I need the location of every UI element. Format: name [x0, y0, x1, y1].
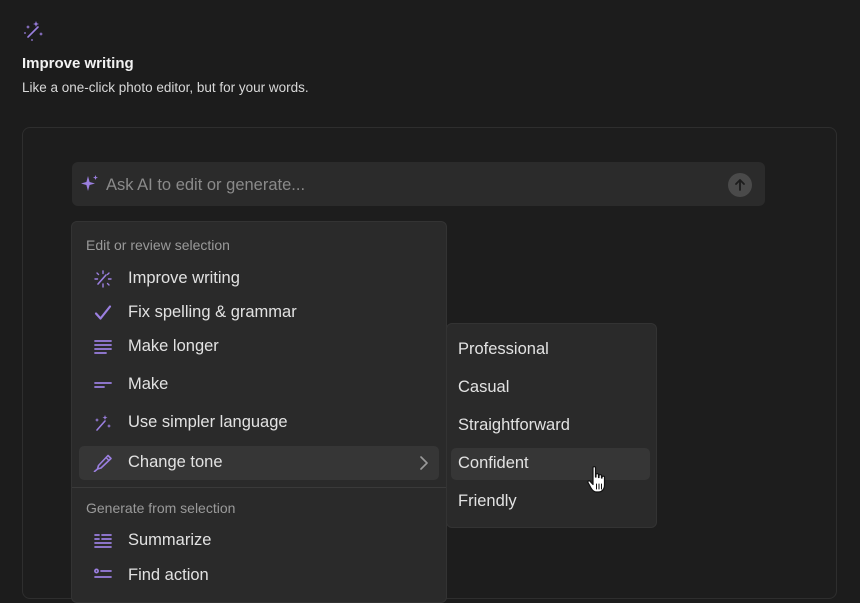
- magic-wand-icon: [94, 270, 112, 288]
- arrow-up-icon: [735, 179, 745, 191]
- hand-pointer-cursor-icon: [587, 466, 606, 493]
- tone-option-label: Professional: [458, 340, 549, 358]
- menu-item-fix-spelling[interactable]: Fix spelling & grammar: [79, 296, 439, 330]
- menu-item-label: Make longer: [128, 337, 219, 355]
- section-label-edit: Edit or review selection: [86, 237, 230, 253]
- ai-prompt-input[interactable]: [104, 162, 718, 208]
- tone-option-label: Friendly: [458, 492, 517, 510]
- menu-divider: [72, 487, 446, 488]
- menu-item-label: Use simpler language: [128, 413, 288, 431]
- magic-wand-sparkle-icon: [24, 21, 43, 41]
- section-label-generate: Generate from selection: [86, 500, 236, 516]
- tone-option-straightforward[interactable]: Straightforward: [451, 410, 650, 442]
- menu-item-label: Find action: [128, 566, 209, 584]
- checklist-icon: [94, 568, 112, 578]
- menu-item-make-longer[interactable]: Make longer: [79, 330, 439, 364]
- feature-title: Improve writing: [22, 55, 134, 72]
- tone-option-friendly[interactable]: Friendly: [451, 486, 650, 518]
- menu-item-change-tone[interactable]: Change tone: [79, 446, 439, 480]
- tone-submenu: Professional Casual Straightforward Conf…: [446, 323, 657, 528]
- menu-item-improve-writing[interactable]: Improve writing: [79, 262, 439, 296]
- tone-option-label: Casual: [458, 378, 510, 396]
- menu-item-label: Make: [128, 375, 169, 393]
- menu-item-find-action[interactable]: Find action: [79, 559, 439, 593]
- tone-option-confident[interactable]: Confident: [451, 448, 650, 480]
- sparkle-icon: [81, 175, 98, 191]
- menu-item-make-shorter[interactable]: Make: [79, 368, 439, 402]
- ai-prompt-bar: [72, 162, 765, 208]
- menu-item-label: Change tone: [128, 453, 223, 471]
- magic-wand-icon: [95, 415, 111, 431]
- menu-item-summarize[interactable]: Summarize: [79, 524, 439, 558]
- tone-option-casual[interactable]: Casual: [451, 372, 650, 404]
- pen-nib-icon: [93, 454, 112, 472]
- menu-item-simpler-language[interactable]: Use simpler language: [79, 406, 439, 440]
- menu-item-label: Improve writing: [128, 269, 240, 287]
- summary-lines-icon: [94, 534, 112, 548]
- lines-long-icon: [94, 340, 112, 354]
- tone-option-label: Straightforward: [458, 416, 570, 434]
- tone-option-label: Confident: [458, 454, 529, 472]
- check-icon: [94, 305, 112, 320]
- tone-option-professional[interactable]: Professional: [451, 334, 650, 366]
- menu-item-label: Summarize: [128, 531, 212, 549]
- menu-item-label: Fix spelling & grammar: [128, 303, 297, 321]
- chevron-right-icon: [420, 456, 428, 470]
- lines-short-icon: [94, 382, 112, 388]
- feature-subtitle: Like a one-click photo editor, but for y…: [22, 80, 309, 95]
- send-button[interactable]: [728, 173, 752, 197]
- ai-actions-menu: Edit or review selection Improve writing…: [71, 221, 447, 603]
